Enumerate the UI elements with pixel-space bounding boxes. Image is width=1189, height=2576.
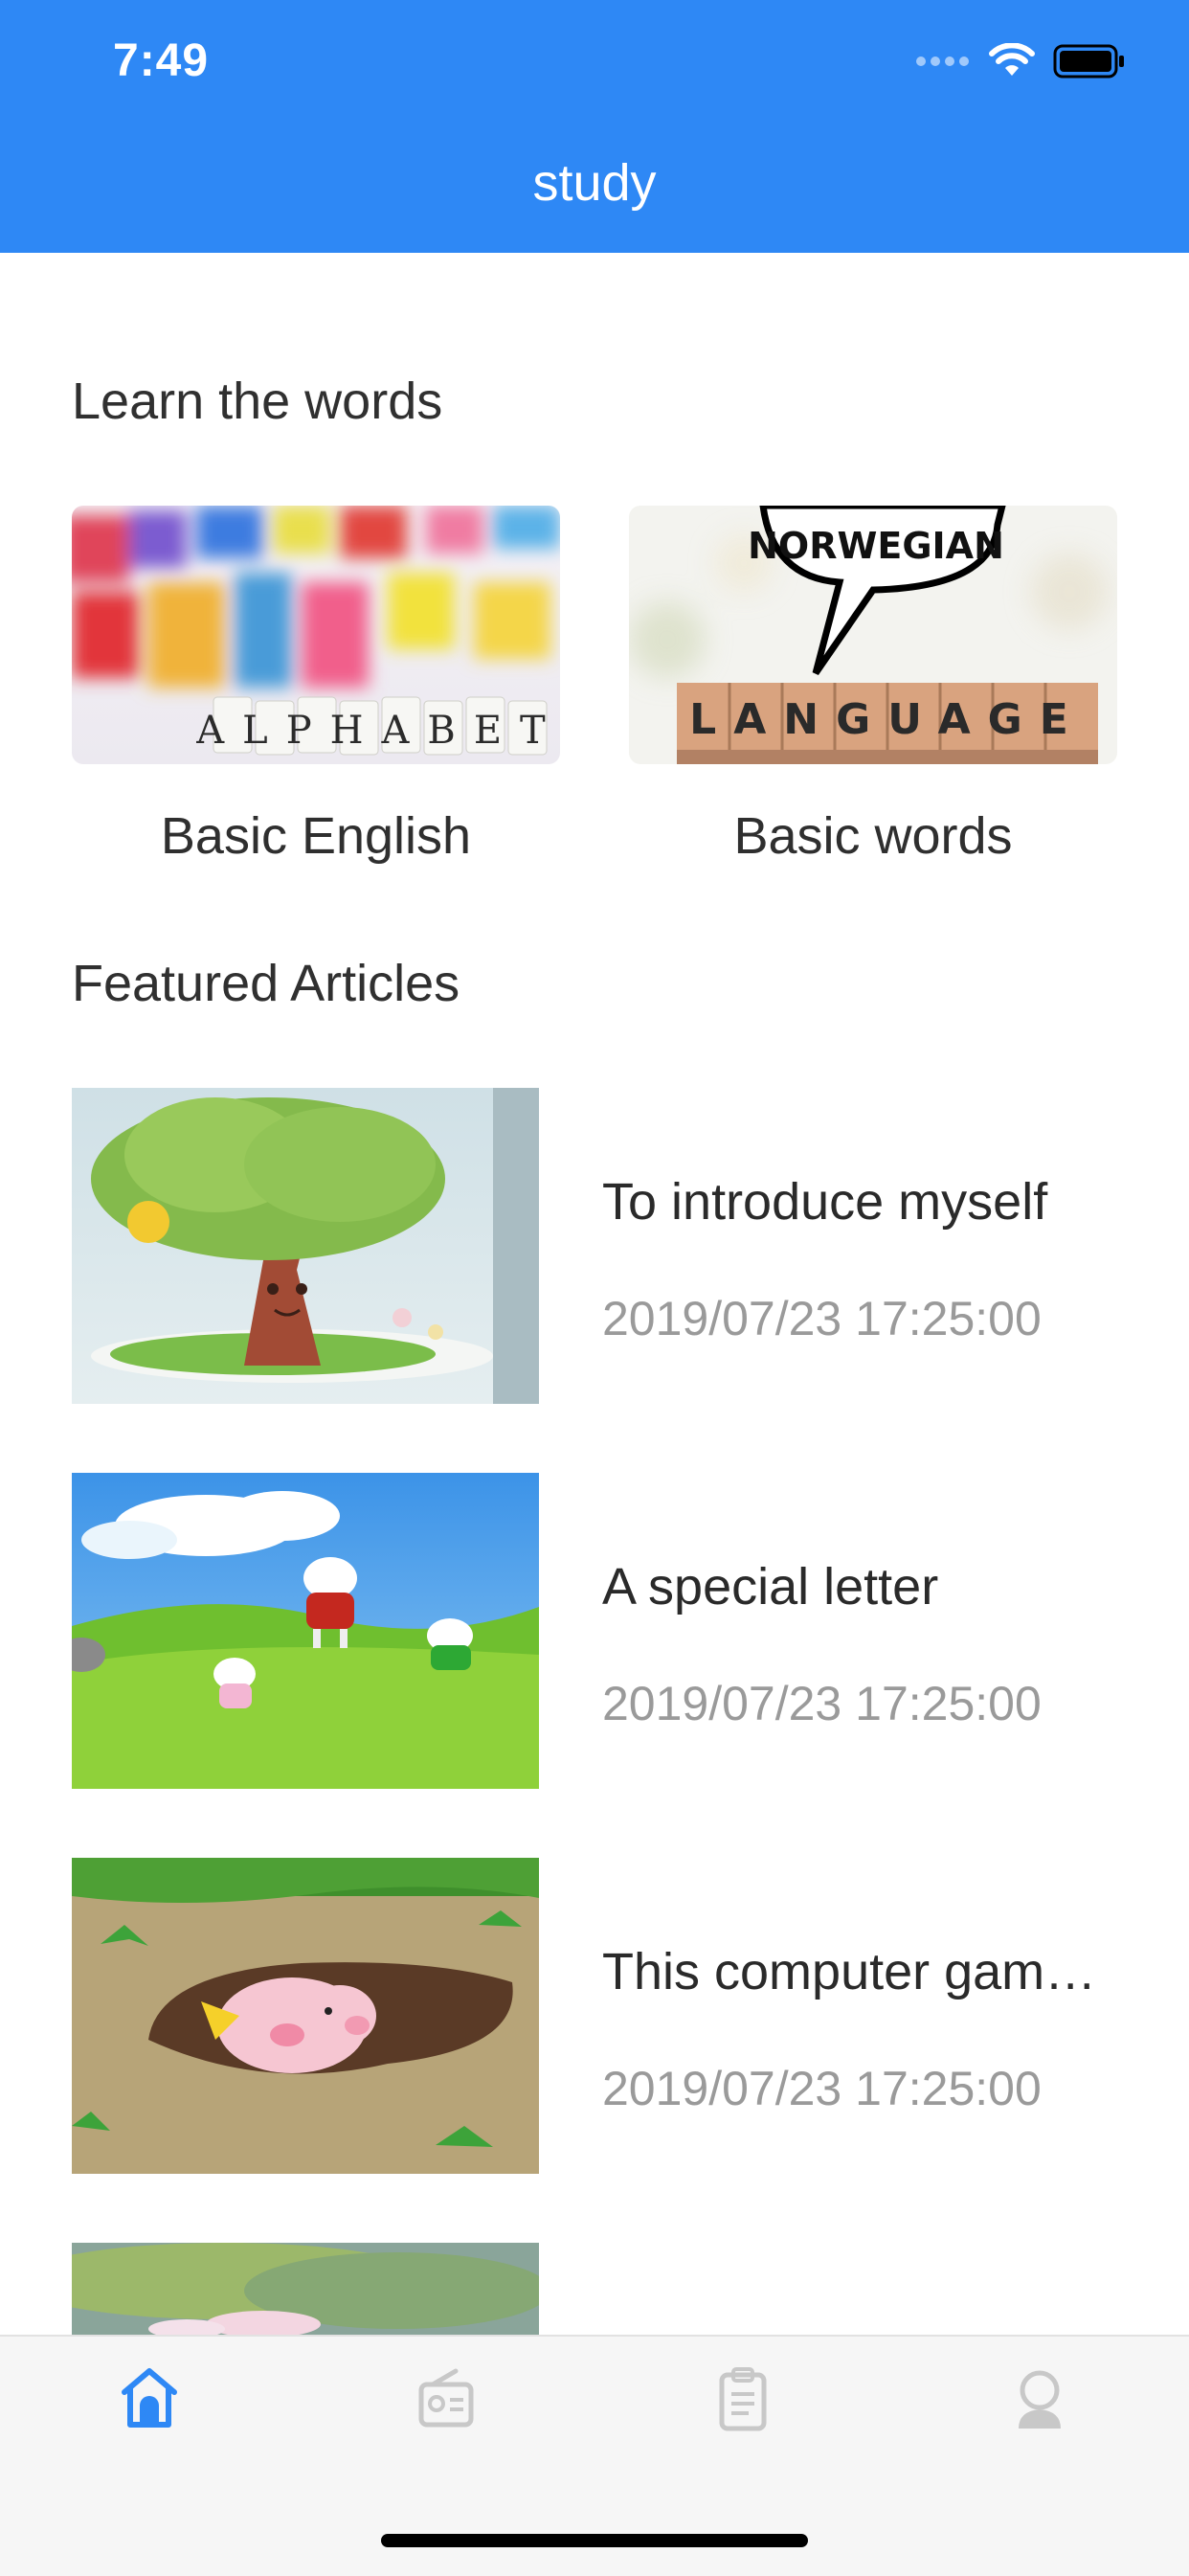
- language-image: NORWEGIAN LANGUAGE: [629, 506, 1117, 764]
- article-item[interactable]: A special letter 2019/07/23 17:25:00: [72, 1473, 1117, 1789]
- featured-section-title: Featured Articles: [72, 955, 460, 1012]
- basic-words-card[interactable]: NORWEGIAN LANGUAGE Basic words: [629, 506, 1117, 866]
- article-item[interactable]: To introduce myself 2019/07/23 17:25:00: [72, 1088, 1117, 1404]
- article-thumbnail: [72, 1473, 539, 1789]
- battery-icon: [1053, 44, 1124, 79]
- signal-icon: [916, 56, 969, 66]
- home-indicator: [381, 2534, 808, 2547]
- article-date: 2019/07/23 17:25:00: [602, 2062, 1042, 2115]
- home-icon: [122, 2368, 177, 2428]
- article-title: A special letter: [602, 1558, 939, 1616]
- article-title: To introduce myself: [602, 1173, 1048, 1231]
- alphabet-image: ALPHABET: [72, 506, 560, 764]
- navigation-header: 7:49 study: [0, 0, 1189, 253]
- article-thumbnail: [72, 1088, 539, 1404]
- tab-profile[interactable]: [1001, 2360, 1078, 2436]
- page-title: study: [532, 154, 657, 212]
- tab-radio[interactable]: [408, 2360, 484, 2436]
- language-word: LANGUAGE: [689, 695, 1086, 744]
- article-thumbnail: [72, 1858, 539, 2174]
- alphabet-word: ALPHABET: [195, 709, 560, 753]
- basic-english-label: Basic English: [160, 807, 472, 865]
- tab-clipboard[interactable]: [705, 2360, 781, 2436]
- article-thumbnail: [72, 2243, 539, 2335]
- clipboard-icon: [719, 2367, 767, 2431]
- wifi-icon: [989, 43, 1035, 76]
- learn-section-title: Learn the words: [72, 373, 443, 430]
- user-icon: [1019, 2370, 1061, 2429]
- article-date: 2019/07/23 17:25:00: [602, 1292, 1042, 1345]
- article-title: This computer game is so fun: [602, 1943, 1119, 2000]
- radio-icon: [418, 2368, 474, 2428]
- tab-home[interactable]: [111, 2360, 188, 2436]
- article-date: 2019/07/23 17:25:00: [602, 1677, 1042, 1730]
- article-item[interactable]: This computer game is so fun 2019/07/23 …: [72, 1858, 1119, 2174]
- basic-words-label: Basic words: [733, 807, 1013, 865]
- basic-english-card[interactable]: ALPHABET Basic English: [72, 506, 560, 866]
- bubble-word: NORWEGIAN: [748, 525, 1004, 567]
- status-time: 7:49: [113, 35, 210, 86]
- status-icons: [915, 42, 1126, 80]
